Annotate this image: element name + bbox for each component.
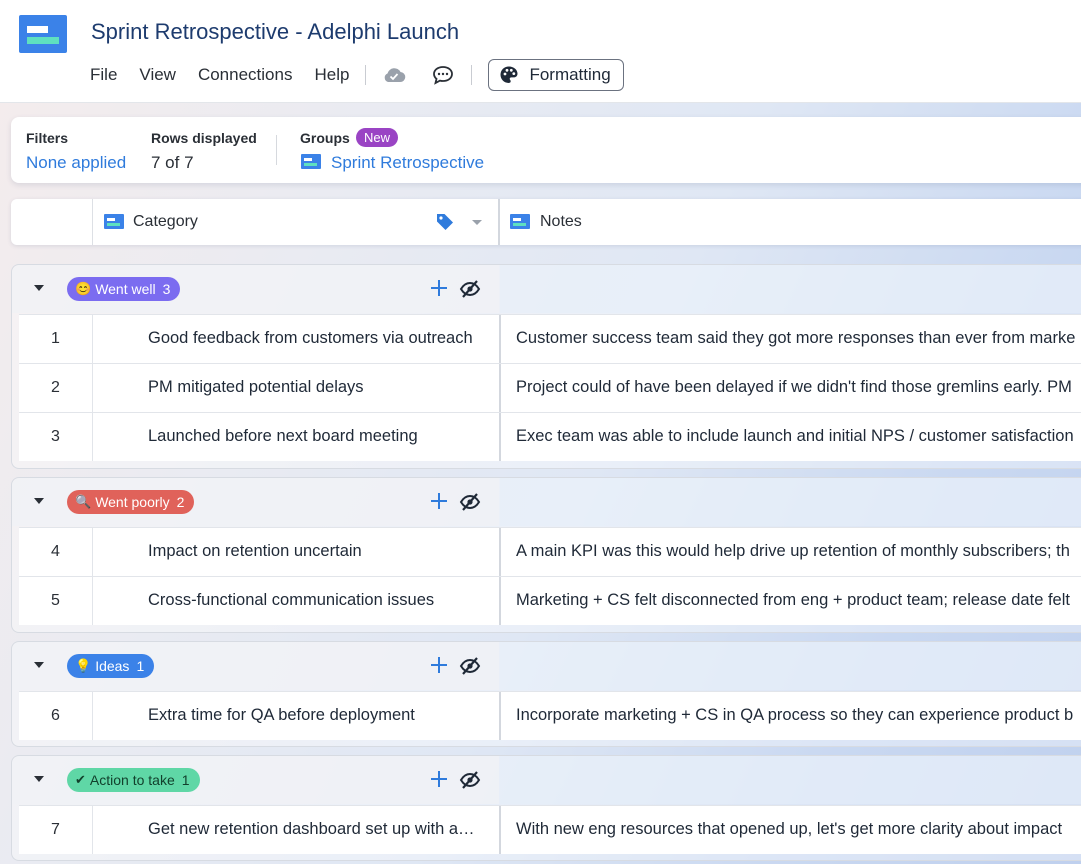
category-cell[interactable]: Cross-functional communication issues — [148, 591, 478, 610]
table-row[interactable]: 5 Cross-functional communication issues … — [19, 576, 1081, 625]
category-cell[interactable]: PM mitigated potential delays — [148, 378, 478, 397]
notes-cell[interactable]: A main KPI was this would help drive up … — [516, 542, 1081, 561]
notes-cell[interactable]: With new eng resources that opened up, l… — [516, 820, 1081, 839]
hide-eye-icon[interactable] — [459, 769, 481, 791]
magnifier-icon: 🔍 — [75, 494, 92, 509]
collapse-chevron-icon[interactable] — [34, 498, 44, 504]
group-tag-action-to-take: ✔ Action to take 1 — [67, 768, 200, 792]
group-tag-went-poorly: 🔍 Went poorly 2 — [67, 490, 195, 514]
column-header-row: Category Notes — [11, 199, 1081, 245]
row-number: 5 — [19, 577, 93, 625]
groups-label: Groups — [300, 130, 350, 146]
category-cell[interactable]: Impact on retention uncertain — [148, 542, 478, 561]
group-count: 2 — [176, 494, 185, 510]
collapse-chevron-icon[interactable] — [34, 285, 44, 291]
group-ideas: 💡 Ideas 1 6 Extra time for QA before dep… — [11, 641, 1081, 747]
row-number: 1 — [19, 315, 93, 363]
menu-divider — [471, 65, 473, 85]
table-row[interactable]: 1 Good feedback from customers via outre… — [19, 314, 1081, 363]
checkmark-icon: ✔ — [75, 772, 86, 787]
palette-icon — [500, 66, 518, 83]
category-cell[interactable]: Get new retention dashboard set up with … — [148, 820, 478, 839]
column-menu-dropdown-icon[interactable] — [472, 220, 482, 225]
filters-value-link[interactable]: None applied — [26, 153, 126, 173]
group-action-to-take: ✔ Action to take 1 7 Get new retention d… — [11, 755, 1081, 861]
notes-cell[interactable]: Marketing + CS felt disconnected from en… — [516, 591, 1081, 610]
row-number: 6 — [19, 692, 93, 740]
filter-divider — [276, 135, 277, 165]
add-row-button[interactable] — [429, 655, 449, 675]
row-number: 2 — [19, 364, 93, 412]
hide-eye-icon[interactable] — [459, 278, 481, 300]
group-count: 3 — [162, 281, 171, 297]
hide-eye-icon[interactable] — [459, 655, 481, 677]
filters-label: Filters — [26, 130, 69, 146]
menu-view[interactable]: View — [139, 65, 176, 85]
tag-icon[interactable] — [435, 212, 455, 237]
formatting-label: Formatting — [529, 65, 611, 84]
document-title[interactable]: Sprint Retrospective - Adelphi Launch — [91, 19, 459, 45]
view-settings-bar: Filters None applied Rows displayed 7 of… — [11, 117, 1081, 183]
cloud-icon[interactable] — [380, 62, 408, 88]
category-cell[interactable]: Good feedback from customers via outreac… — [148, 329, 478, 348]
notes-cell[interactable]: Customer success team said they got more… — [516, 329, 1081, 348]
table-row[interactable]: 2 PM mitigated potential delays Project … — [19, 363, 1081, 412]
table-row[interactable]: 4 Impact on retention uncertain A main K… — [19, 527, 1081, 576]
row-number: 4 — [19, 528, 93, 576]
menu-bar: File View Connections Help Formatting — [90, 59, 624, 91]
new-badge: New — [356, 128, 399, 147]
groups-value-text: Sprint Retrospective — [331, 153, 485, 172]
table-row[interactable]: 7 Get new retention dashboard set up wit… — [19, 805, 1081, 854]
row-number: 3 — [19, 413, 93, 461]
notes-cell[interactable]: Incorporate marketing + CS in QA process… — [516, 706, 1081, 725]
column-header-notes[interactable]: Notes — [540, 213, 582, 231]
add-row-button[interactable] — [429, 491, 449, 511]
table-row[interactable]: 6 Extra time for QA before deployment In… — [19, 691, 1081, 740]
text-column-icon — [104, 214, 124, 229]
notes-cell[interactable]: Project could of have been delayed if we… — [516, 378, 1081, 397]
collapse-chevron-icon[interactable] — [34, 776, 44, 782]
row-number: 7 — [19, 806, 93, 854]
group-count: 1 — [136, 658, 145, 674]
rows-displayed-label: Rows displayed — [151, 130, 257, 146]
menu-connections[interactable]: Connections — [198, 65, 293, 85]
menu-divider — [365, 65, 367, 85]
comment-icon[interactable] — [429, 62, 457, 88]
app-header: Sprint Retrospective - Adelphi Launch Fi… — [0, 0, 1081, 103]
text-column-icon — [510, 214, 530, 229]
notes-cell[interactable]: Exec team was able to include launch and… — [516, 427, 1081, 446]
app-logo-icon[interactable] — [19, 15, 67, 53]
smile-icon: 😊 — [75, 281, 92, 296]
category-cell[interactable]: Extra time for QA before deployment — [148, 706, 478, 725]
groups-value-link[interactable]: Sprint Retrospective — [301, 153, 484, 173]
lightbulb-icon: 💡 — [75, 658, 92, 673]
group-tag-went-well: 😊 Went well 3 — [67, 277, 181, 301]
group-tag-ideas: 💡 Ideas 1 — [67, 654, 155, 678]
add-row-button[interactable] — [429, 278, 449, 298]
add-row-button[interactable] — [429, 769, 449, 789]
group-count: 1 — [181, 772, 190, 788]
hide-eye-icon[interactable] — [459, 491, 481, 513]
menu-file[interactable]: File — [90, 65, 117, 85]
collapse-chevron-icon[interactable] — [34, 662, 44, 668]
column-header-category[interactable]: Category — [133, 213, 198, 231]
rows-displayed-value: 7 of 7 — [151, 153, 194, 172]
formatting-button[interactable]: Formatting — [488, 59, 624, 91]
grid-icon — [301, 154, 321, 169]
category-cell[interactable]: Launched before next board meeting — [148, 427, 478, 446]
group-went-well: 😊 Went well 3 1 Good feedback from custo… — [11, 264, 1081, 469]
menu-help[interactable]: Help — [314, 65, 349, 85]
group-went-poorly: 🔍 Went poorly 2 4 Impact on retention un… — [11, 477, 1081, 633]
table-row[interactable]: 3 Launched before next board meeting Exe… — [19, 412, 1081, 461]
